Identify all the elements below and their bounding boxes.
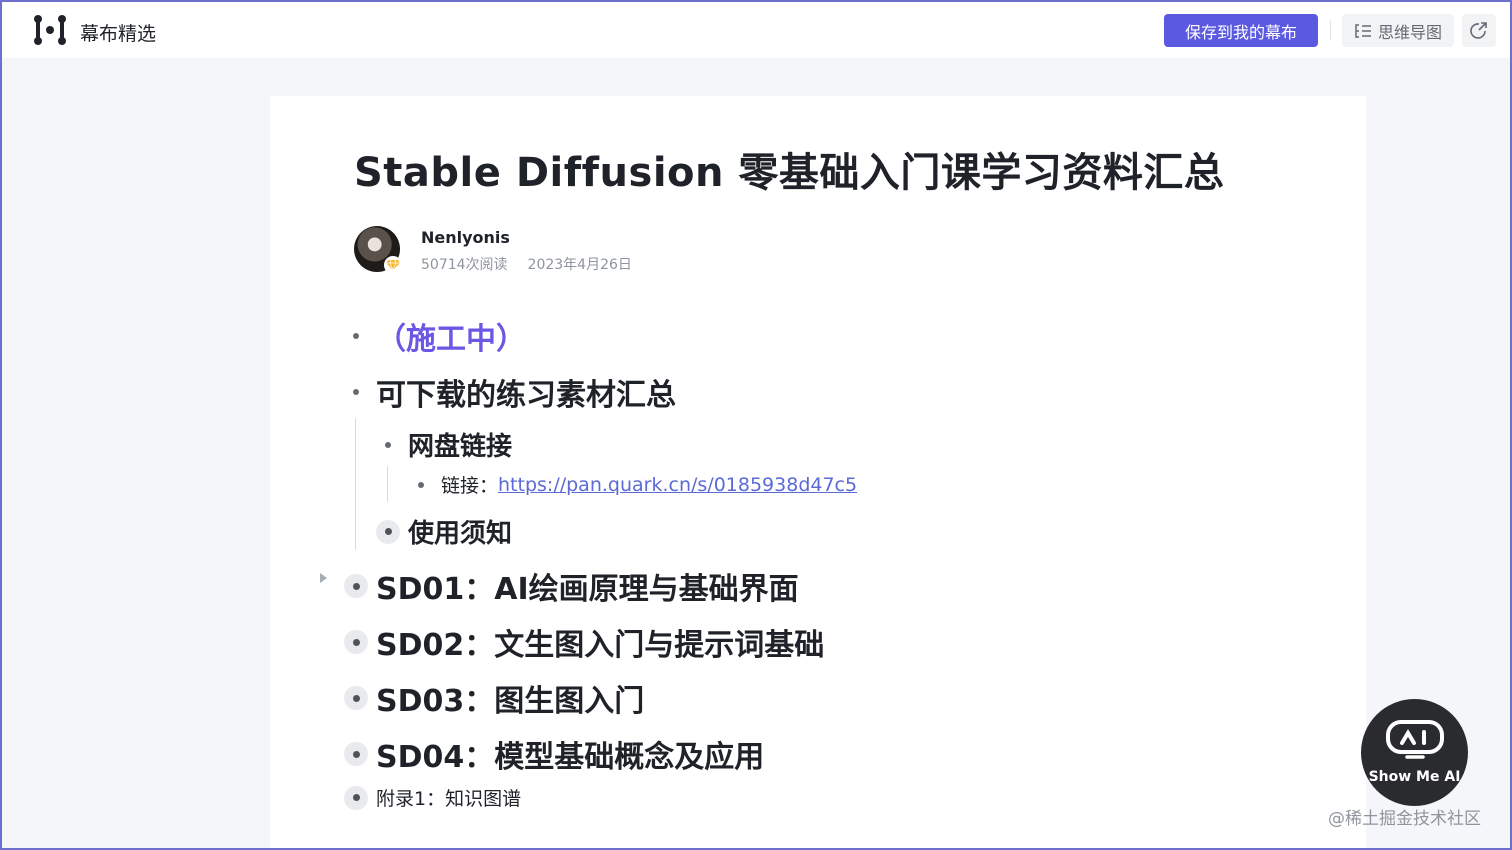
bullet-dot[interactable]: [344, 324, 368, 348]
node-text: SD02：文生图入门与提示词基础: [376, 628, 825, 663]
outline-node[interactable]: SD01：AI绘画原理与基础界面: [344, 564, 799, 608]
publish-date: 2023年4月26日: [527, 257, 632, 273]
node-text: SD03：图生图入门: [376, 684, 645, 719]
node-text: SD04：模型基础概念及应用: [376, 740, 765, 775]
node-text: 使用须知: [408, 519, 513, 549]
node-text: 附录1：知识图谱: [376, 788, 522, 810]
bullet-dot-collapsed[interactable]: [344, 574, 368, 598]
node-text: SD01：AI绘画原理与基础界面: [376, 572, 799, 607]
bullet-dot-collapsed[interactable]: [344, 785, 368, 810]
expand-caret-icon[interactable]: [320, 573, 327, 583]
node-text: 链接：: [441, 475, 499, 497]
node-text: 可下载的练习素材汇总: [376, 378, 676, 413]
show-me-ai-label: Show Me AI: [1368, 769, 1461, 785]
mubu-logo-icon[interactable]: [32, 14, 68, 46]
outline-node[interactable]: 网盘链接: [376, 426, 512, 463]
document-card: Stable Diffusion 零基础入门课学习资料汇总 Nenlyonis …: [270, 96, 1366, 850]
show-me-ai-robot-icon: [1386, 720, 1444, 759]
quark-pan-link[interactable]: https://pan.quark.cn/s/0185938d47c5: [498, 474, 857, 496]
top-bar: 幕布精选 保存到我的幕布 思维导图: [2, 2, 1510, 58]
outline-node[interactable]: 使用须知: [376, 513, 512, 550]
bullet-dot-collapsed[interactable]: [344, 686, 368, 710]
outline-node[interactable]: SD03：图生图入门: [344, 676, 644, 720]
outline-node[interactable]: 链接： https://pan.quark.cn/s/0185938d47c5: [409, 471, 857, 498]
bullet-dot[interactable]: [409, 473, 433, 497]
outline-node[interactable]: SD04：模型基础概念及应用: [344, 732, 764, 776]
node-text: 网盘链接: [408, 432, 513, 462]
share-button[interactable]: [1462, 14, 1496, 47]
node-text: （施工中）: [376, 322, 526, 357]
outline-node[interactable]: SD02：文生图入门与提示词基础: [344, 620, 824, 664]
bullet-dot-collapsed[interactable]: [344, 742, 368, 766]
mindmap-icon: [1355, 23, 1371, 38]
outline-node[interactable]: 可下载的练习素材汇总: [344, 370, 676, 414]
watermark: @稀土掘金技术社区: [1328, 809, 1481, 829]
mindmap-button[interactable]: 思维导图: [1342, 14, 1454, 47]
vip-diamond-icon: [384, 256, 402, 274]
doc-meta: 50714次阅读 2023年4月26日: [421, 254, 632, 274]
read-count: 50714次阅读: [421, 257, 508, 273]
bullet-dot-collapsed[interactable]: [344, 630, 368, 654]
outline-guide-line: [387, 466, 388, 502]
page-title: Stable Diffusion 零基础入门课学习资料汇总: [354, 150, 1225, 196]
brand-name[interactable]: 幕布精选: [80, 19, 156, 46]
save-to-my-mubu-button[interactable]: 保存到我的幕布: [1164, 14, 1318, 47]
mindmap-label: 思维导图: [1377, 22, 1442, 42]
bullet-dot[interactable]: [376, 433, 400, 457]
toolbar-divider: [1330, 20, 1331, 40]
bullet-dot[interactable]: [344, 380, 368, 404]
outline-node[interactable]: 附录1：知识图谱: [344, 784, 521, 811]
bullet-dot-collapsed[interactable]: [376, 519, 400, 544]
show-me-ai-widget[interactable]: Show Me AI: [1361, 699, 1468, 806]
outline-guide-line: [355, 418, 356, 550]
outline-node[interactable]: （施工中）: [344, 314, 526, 358]
author-name[interactable]: Nenlyonis: [421, 228, 510, 247]
share-icon: [1470, 21, 1487, 39]
